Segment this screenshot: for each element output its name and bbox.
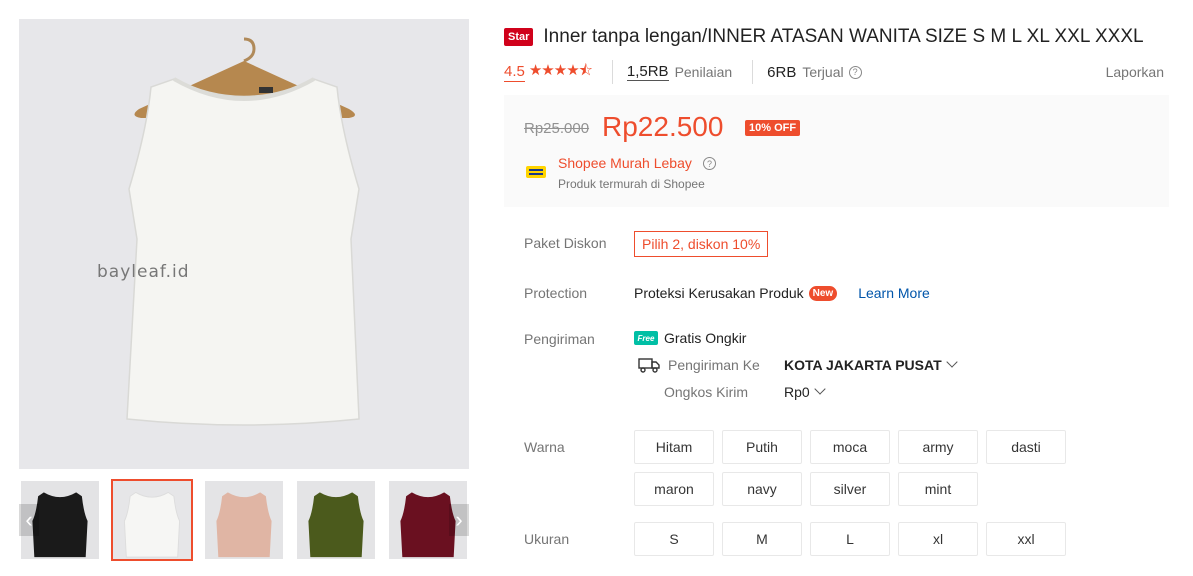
- title-row: Star Inner tanpa lengan/INNER ATASAN WAN…: [504, 26, 1184, 48]
- new-badge: New: [808, 285, 838, 301]
- product-stats: 4.5 ★★★★⯪ 1,5RB Penilaian 6RB Terjual ? …: [504, 60, 1164, 84]
- protection-value: Proteksi Kerusakan Produk: [634, 285, 804, 301]
- size-option-s[interactable]: S: [634, 522, 714, 556]
- product-page: bayleaf.id ‹ › Star Inner tanpa lengan/I…: [0, 0, 1193, 576]
- ship-to-row: Pengiriman Ke: [638, 357, 788, 373]
- free-shipping-text: Gratis Ongkir: [664, 330, 747, 346]
- divider: [752, 60, 754, 84]
- color-option-hitam[interactable]: Hitam: [634, 430, 714, 464]
- size-label: Ukuran: [524, 531, 570, 547]
- truck-icon: [638, 358, 660, 373]
- color-option-army[interactable]: army: [898, 430, 978, 464]
- current-price: Rp22.500: [602, 111, 724, 142]
- promo-help-icon[interactable]: ?: [703, 157, 716, 170]
- original-price: Rp25.000: [524, 120, 590, 137]
- paket-diskon-chip[interactable]: Pilih 2, diskon 10%: [634, 231, 769, 257]
- product-title: Inner tanpa lengan/INNER ATASAN WANITA S…: [543, 26, 1144, 47]
- thumbnail-item[interactable]: [295, 479, 377, 561]
- color-option-mint[interactable]: mint: [898, 472, 978, 506]
- watermark: bayleaf.id: [97, 262, 190, 282]
- ratings-label: Penilaian: [674, 64, 733, 80]
- thumbnail-item[interactable]: [111, 479, 193, 561]
- color-option-putih[interactable]: Putih: [722, 430, 802, 464]
- prev-arrow-icon[interactable]: ‹: [19, 504, 39, 536]
- free-shipping-row: Free Gratis Ongkir: [634, 330, 746, 346]
- star-seller-badge: Star: [504, 28, 534, 46]
- color-label: Warna: [524, 439, 565, 455]
- chevron-down-icon: [945, 356, 958, 368]
- promo-title[interactable]: Shopee Murah Lebay: [558, 155, 692, 171]
- ship-to-value: KOTA JAKARTA PUSAT: [784, 357, 942, 373]
- rating-value[interactable]: 4.5: [504, 63, 525, 82]
- thumbnail-strip: ‹ ›: [19, 479, 469, 561]
- rating-stars-icon: ★★★★⯪: [528, 61, 593, 79]
- shipping-cost-dropdown[interactable]: Rp0: [784, 383, 826, 400]
- shipping-label: Pengiriman: [524, 331, 595, 347]
- murah-lebay-icon: [526, 166, 546, 178]
- color-option-navy[interactable]: navy: [722, 472, 802, 506]
- report-link[interactable]: Laporkan: [1106, 64, 1164, 80]
- chevron-down-icon: [814, 383, 826, 395]
- thumbnail-item[interactable]: [203, 479, 285, 561]
- thumb-top-army: [297, 481, 375, 559]
- help-icon[interactable]: ?: [848, 65, 862, 79]
- free-shipping-icon: Free: [634, 331, 658, 345]
- paket-diskon-label: Paket Diskon: [524, 235, 607, 251]
- thumb-top-moca: [205, 481, 283, 559]
- size-option-l[interactable]: L: [810, 522, 890, 556]
- sold-label: Terjual: [802, 64, 844, 80]
- price-box: Rp25.000 Rp22.500 10% OFF Shopee Murah L…: [504, 95, 1169, 207]
- shipping-cost-label: Ongkos Kirim: [664, 384, 749, 400]
- color-option-moca[interactable]: moca: [810, 430, 890, 464]
- discount-badge: 10% OFF: [745, 120, 801, 136]
- color-option-silver[interactable]: silver: [810, 472, 890, 506]
- color-option-dasti[interactable]: dasti: [986, 430, 1066, 464]
- main-product-image[interactable]: bayleaf.id: [19, 19, 469, 469]
- divider: [611, 60, 613, 84]
- ratings-count[interactable]: 1,5RB: [626, 63, 669, 81]
- ship-to-dropdown[interactable]: KOTA JAKARTA PUSAT: [784, 356, 958, 373]
- next-arrow-icon[interactable]: ›: [449, 504, 469, 536]
- protection-row: Proteksi Kerusakan Produk New Learn More: [634, 285, 930, 301]
- size-option-m[interactable]: M: [722, 522, 802, 556]
- color-option-maron[interactable]: maron: [634, 472, 714, 506]
- sold-count: 6RB: [767, 63, 797, 81]
- thumb-top-white: [113, 481, 191, 559]
- shipping-cost-value: Rp0: [784, 384, 810, 400]
- protection-label: Protection: [524, 285, 588, 301]
- white-top-illustration: [19, 19, 469, 469]
- learn-more-link[interactable]: Learn More: [858, 285, 930, 301]
- promo-subtitle: Produk termurah di Shopee: [558, 177, 705, 191]
- size-option-xl[interactable]: xl: [898, 522, 978, 556]
- ship-to-label: Pengiriman Ke: [668, 357, 760, 373]
- size-option-xxl[interactable]: xxl: [986, 522, 1066, 556]
